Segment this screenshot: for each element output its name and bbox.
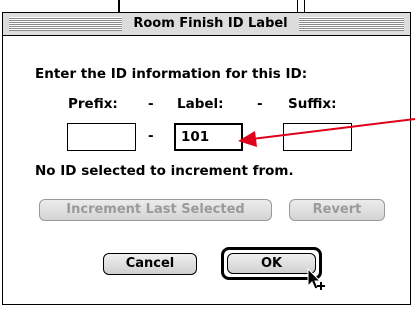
suffix-label: Suffix: [288,96,337,112]
label-label: Label: [177,96,224,112]
title-stripes [299,17,404,31]
suffix-field[interactable] [283,123,352,151]
dialog-window: Room Finish ID Label Enter the ID inform… [2,12,411,305]
increment-last-selected-button[interactable]: Increment Last Selected [39,199,272,221]
label-field[interactable]: 101 [174,123,243,151]
instruction-text: Enter the ID information for this ID: [35,66,308,82]
separator-label: - [148,128,154,144]
ok-button-default-ring: OK [221,247,322,280]
revert-button[interactable]: Revert [289,199,385,221]
ok-button[interactable]: OK [227,253,316,274]
title-stripes [9,17,122,31]
prefix-label: Prefix: [68,96,118,112]
status-text: No ID selected to increment from. [35,163,294,179]
separator-label: - [257,96,263,112]
prefix-field[interactable] [67,123,136,151]
separator-label: - [148,96,154,112]
dialog-title: Room Finish ID Label [122,13,299,35]
cancel-button[interactable]: Cancel [103,253,197,275]
title-bar[interactable]: Room Finish ID Label [3,13,410,36]
